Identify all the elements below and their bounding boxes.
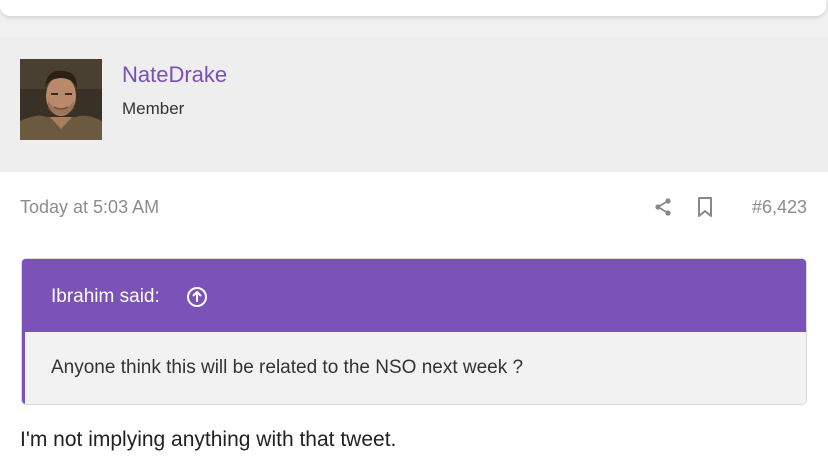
quote-author-label: Ibrahim said:	[51, 286, 160, 307]
post-date[interactable]: Today at 5:03 AM	[20, 196, 159, 218]
post-permalink-number[interactable]: #6,423	[752, 196, 807, 218]
share-icon[interactable]	[653, 197, 673, 217]
bookmark-icon[interactable]	[695, 196, 715, 218]
quote-text: Anyone think this will be related to the…	[51, 357, 524, 378]
quote-accent-bar	[22, 259, 25, 404]
post-author-block: NateDrake Member	[0, 38, 828, 172]
username-link[interactable]: NateDrake	[122, 62, 227, 88]
arrow-up-circle-icon[interactable]	[186, 286, 208, 308]
quote-header: Ibrahim said:	[22, 259, 806, 332]
avatar[interactable]	[20, 59, 102, 140]
user-title: Member	[122, 99, 185, 118]
post: Today at 5:03 AM #6,423 Ibrahim said: An…	[0, 172, 828, 474]
previous-post-card	[0, 0, 826, 16]
quote-block: Ibrahim said: Anyone think this will be …	[22, 259, 806, 404]
post-body-text: I'm not implying anything with that twee…	[20, 428, 397, 451]
